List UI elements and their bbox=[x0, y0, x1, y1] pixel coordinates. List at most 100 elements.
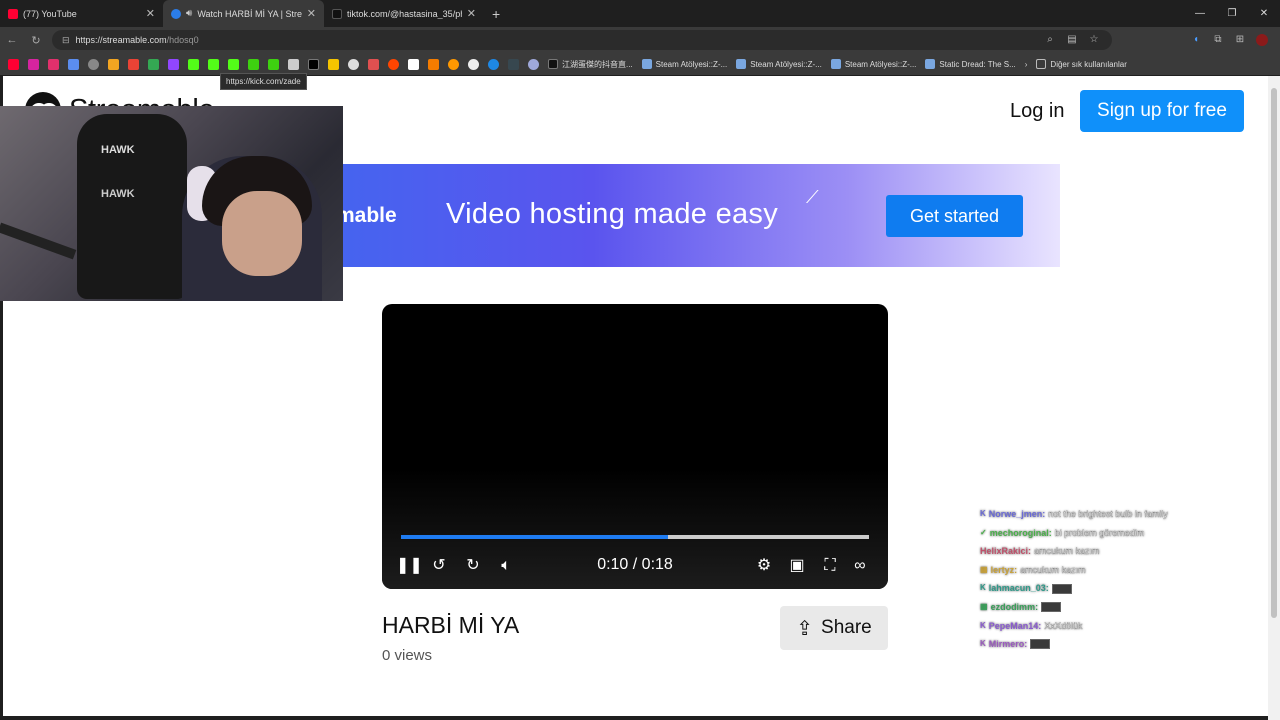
folder-bookmark-icon[interactable] bbox=[68, 58, 79, 70]
extension-icon[interactable]: ◖ bbox=[1190, 34, 1202, 46]
chat-username: ezdodimm: bbox=[990, 601, 1039, 612]
tiktok-icon bbox=[332, 8, 342, 19]
chat-emote-icon bbox=[1051, 583, 1072, 594]
bookmark-item[interactable]: Steam Atölyesi::Z-... bbox=[641, 59, 728, 69]
microsoft-bookmark-icon[interactable] bbox=[108, 58, 119, 70]
tab-tiktok[interactable]: tiktok.com/@hastasina_35/photo/ ✕ bbox=[324, 0, 484, 27]
tab-title: tiktok.com/@hastasina_35/photo/ bbox=[347, 8, 462, 19]
url-field[interactable]: ⊟ https://streamable.com/hdosq0 ⌕ ▤ ☆ bbox=[52, 30, 1112, 50]
bookmark-label: Steam Atölyesi::Z-... bbox=[750, 59, 822, 69]
chat-badge-icon: K bbox=[980, 639, 986, 649]
streamable-logo-icon[interactable]: ∞ bbox=[849, 554, 871, 578]
tab-title: (77) YouTube bbox=[23, 8, 77, 19]
share-button[interactable]: ⇪ Share bbox=[780, 606, 888, 650]
address-bar-row: ← ↻ ⊟ https://streamable.com/hdosq0 ⌕ ▤ … bbox=[0, 27, 1280, 53]
bookmark-icon[interactable] bbox=[488, 58, 499, 70]
forward-10-icon[interactable]: ↻ bbox=[462, 554, 484, 578]
pause-icon[interactable]: ❚❚ bbox=[396, 554, 423, 578]
bookmark-icon[interactable] bbox=[528, 58, 539, 70]
kick-bookmark-icon[interactable] bbox=[268, 58, 279, 70]
chat-username: Norwe_jmen: bbox=[988, 509, 1046, 519]
other-favorites[interactable]: Diğer sık kullanılanlar bbox=[1036, 59, 1127, 69]
chair-logo: HAWK bbox=[101, 144, 135, 156]
close-tab-icon[interactable]: ✕ bbox=[146, 7, 155, 20]
chat-username: mechoroginal: bbox=[989, 527, 1052, 538]
settings-gear-icon[interactable]: ⚙ bbox=[753, 554, 775, 578]
reload-icon[interactable]: ↻ bbox=[24, 34, 48, 47]
chat-username: lertyz: bbox=[990, 564, 1018, 575]
instagram-bookmark-icon[interactable] bbox=[28, 58, 39, 70]
zoom-icon[interactable]: ⌕ bbox=[1044, 34, 1056, 46]
get-started-button[interactable]: Get started bbox=[886, 195, 1023, 237]
bookmark-icon[interactable] bbox=[348, 58, 359, 70]
more-bookmarks-chevron-icon[interactable]: › bbox=[1025, 60, 1028, 69]
profile-avatar[interactable] bbox=[1256, 34, 1268, 46]
gmail-bookmark-icon[interactable] bbox=[128, 58, 139, 70]
bookmark-icon[interactable] bbox=[468, 58, 479, 70]
chat-text: amcukum kazım bbox=[1034, 546, 1100, 557]
twitch-bookmark-icon[interactable] bbox=[168, 58, 179, 70]
tab-streamable[interactable]: 🔊︎ Watch HARBİ Mİ YA | Streamable ✕ bbox=[163, 0, 324, 27]
bookmark-item[interactable]: Steam Atölyesi::Z-... bbox=[830, 59, 917, 69]
bookmark-icon[interactable] bbox=[328, 58, 339, 70]
share-icon: ⇪ bbox=[796, 617, 814, 640]
kick-bookmark-icon[interactable] bbox=[188, 58, 199, 70]
kick-bookmark-icon[interactable] bbox=[228, 58, 239, 70]
bookmark-item[interactable]: 江湖蛋傑的抖音直... bbox=[548, 59, 633, 70]
reddit-bookmark-icon[interactable] bbox=[388, 58, 399, 70]
chat-message: ▦ lertyz: amcukum kazım bbox=[980, 561, 1168, 580]
globe-bookmark-icon[interactable] bbox=[88, 58, 99, 70]
fullscreen-icon[interactable]: ⛶ bbox=[819, 554, 841, 578]
bookmark-item[interactable]: Steam Atölyesi::Z-... bbox=[736, 59, 822, 69]
picture-in-picture-icon[interactable]: ▣ bbox=[786, 554, 808, 578]
banner-tagline: Video hosting made easy bbox=[446, 198, 779, 230]
page-scrollbar[interactable] bbox=[1268, 76, 1280, 720]
site-info-icon[interactable]: ⊟ bbox=[62, 35, 70, 46]
drive-bookmark-icon[interactable] bbox=[148, 58, 159, 70]
bookmark-icon[interactable] bbox=[428, 58, 439, 70]
link-tooltip: https://kick.com/zade bbox=[220, 73, 307, 90]
collections-icon[interactable]: ⊞ bbox=[1234, 34, 1246, 46]
anchor-bookmark-icon[interactable] bbox=[288, 58, 299, 70]
chat-username: HelixRakici: bbox=[980, 546, 1032, 557]
restore-button[interactable]: ❐ bbox=[1216, 0, 1248, 27]
close-window-button[interactable]: ✕ bbox=[1248, 0, 1280, 27]
kick-bookmark-icon[interactable] bbox=[208, 58, 219, 70]
bookmark-icon[interactable] bbox=[368, 58, 379, 70]
tab-youtube[interactable]: (77) YouTube ✕ bbox=[0, 0, 163, 27]
youtube-bookmark-icon[interactable] bbox=[8, 58, 19, 70]
video-player[interactable]: ❚❚ ↺ ↻ 🔈︎ 0:10 / 0:18 ⚙ ▣ ⛶ ∞ bbox=[382, 304, 888, 589]
scrollbar-thumb[interactable] bbox=[1271, 88, 1277, 618]
bookmark-item[interactable]: Static Dread: The S... bbox=[925, 59, 1016, 69]
url-path: /hdosq0 bbox=[166, 35, 199, 45]
volume-icon[interactable]: 🔈︎ bbox=[495, 554, 517, 578]
bookmark-icon[interactable] bbox=[448, 58, 459, 70]
bookmark-label: Steam Atölyesi::Z-... bbox=[844, 59, 917, 69]
chat-message: ▦ ezdodimm: bbox=[980, 598, 1168, 617]
x-bookmark-icon[interactable] bbox=[308, 58, 319, 70]
speaker-icon[interactable]: 🔊︎ bbox=[186, 8, 192, 19]
signup-button[interactable]: Sign up for free bbox=[1080, 90, 1244, 132]
bookmark-icon[interactable] bbox=[508, 58, 519, 70]
steam-icon bbox=[736, 59, 747, 69]
bookmark-label: Steam Atölyesi::Z-... bbox=[655, 59, 728, 69]
rewind-10-icon[interactable]: ↺ bbox=[428, 554, 450, 578]
steam-icon bbox=[830, 59, 841, 69]
extensions-icon[interactable]: ⧉ bbox=[1212, 34, 1224, 46]
kick-bookmark-icon[interactable] bbox=[248, 58, 259, 70]
chat-text: XxXdölük bbox=[1044, 620, 1083, 631]
reader-icon[interactable]: ▤ bbox=[1066, 34, 1078, 46]
steam-icon bbox=[925, 59, 936, 69]
progress-bar[interactable] bbox=[401, 535, 869, 539]
close-tab-icon[interactable]: ✕ bbox=[467, 7, 476, 20]
back-icon[interactable]: ← bbox=[0, 34, 24, 46]
minimize-button[interactable]: — bbox=[1184, 0, 1216, 27]
new-tab-button[interactable]: + bbox=[492, 6, 500, 22]
close-tab-icon[interactable]: ✕ bbox=[307, 7, 316, 20]
bookmark-icon[interactable] bbox=[408, 58, 419, 70]
login-link[interactable]: Log in bbox=[1010, 100, 1065, 123]
tiktok-icon bbox=[548, 59, 558, 69]
instagram-bookmark-icon[interactable] bbox=[48, 58, 59, 70]
favorite-star-icon[interactable]: ☆ bbox=[1088, 34, 1100, 46]
chat-emote-icon bbox=[1041, 602, 1062, 613]
